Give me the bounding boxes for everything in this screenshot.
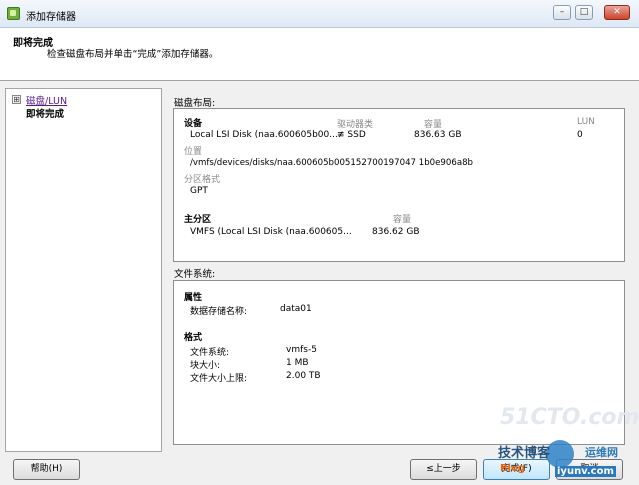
device-capacity: 836.63 GB [414, 130, 462, 140]
nav-item-ready-to-complete: 即将完成 [26, 109, 65, 120]
primary-capacity-header: 容量 [393, 215, 412, 225]
properties-header: 属性 [184, 293, 203, 303]
device-name: Local LSI Disk (naa.600605b00... [190, 130, 338, 140]
max-file-size-value: 2.00 TB [286, 371, 321, 381]
drive-type-value: ≢ SSD [337, 130, 366, 140]
drive-type-header: 驱动器类 [337, 120, 374, 130]
minimize-button[interactable]: – [553, 5, 571, 20]
fs-value: vmfs-5 [286, 345, 317, 355]
disk-layout-label: 磁盘布局: [174, 98, 216, 109]
location-value: /vmfs/devices/disks/naa.600605b005152700… [190, 158, 474, 168]
primary-capacity-value: 836.62 GB [372, 227, 420, 237]
primary-partition-header: 主分区 [184, 215, 212, 225]
fs-label: 文件系统: [190, 348, 230, 358]
finish-button[interactable]: 完成(F) [483, 459, 550, 480]
page-subtitle: 检查磁盘布局并单击“完成”添加存储器。 [47, 49, 219, 60]
expand-icon[interactable]: ⊞ [12, 95, 21, 104]
device-header: 设备 [184, 119, 203, 129]
close-button[interactable]: ✕ [604, 5, 630, 20]
partition-format-value: GPT [190, 186, 208, 196]
device-lun: 0 [577, 130, 583, 140]
primary-partition-value: VMFS (Local LSI Disk (naa.600605... [190, 227, 352, 237]
block-size-label: 块大小: [190, 361, 221, 371]
watermark-line4: 运维网 [585, 446, 618, 459]
format-header: 格式 [184, 333, 203, 343]
storage-app-icon [7, 7, 20, 20]
nav-item-disk-lun[interactable]: 磁盘/LUN [26, 93, 67, 107]
lun-header: LUN [577, 117, 595, 127]
help-button[interactable]: 帮助(H) [13, 459, 80, 480]
capacity-header: 容量 [424, 120, 443, 130]
file-system-label: 文件系统: [174, 269, 216, 280]
block-size-value: 1 MB [286, 358, 309, 368]
partition-format-label: 分区格式 [184, 175, 221, 185]
drive-type-text: SSD [347, 130, 366, 140]
datastore-name-label: 数据存储名称: [190, 307, 248, 317]
window-title: 添加存储器 [26, 12, 76, 23]
disk-layout-panel: 设备 驱动器类 容量 LUN Local LSI Disk (naa.60060… [173, 108, 625, 262]
back-button[interactable]: ≤上一步 [410, 459, 477, 480]
title-bar: 添加存储器 – □ ✕ [0, 0, 639, 28]
datastore-name-value: data01 [280, 304, 312, 314]
file-system-panel: 属性 数据存储名称: data01 格式 文件系统: vmfs-5 块大小: 1… [173, 280, 625, 445]
wizard-nav-pane: ⊞ 磁盘/LUN 即将完成 [5, 88, 162, 452]
maximize-button[interactable]: □ [575, 5, 593, 20]
wizard-header: 即将完成 检查磁盘布局并单击“完成”添加存储器。 [0, 28, 639, 81]
ssd-icon: ≢ [337, 130, 345, 140]
max-file-size-label: 文件大小上限: [190, 374, 248, 384]
location-label: 位置 [184, 147, 203, 157]
watermark-logo-icon [546, 440, 574, 468]
